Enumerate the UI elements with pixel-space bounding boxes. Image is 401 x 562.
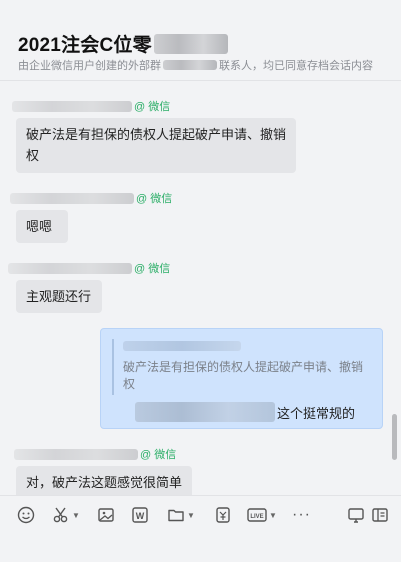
quote-bar <box>112 339 114 395</box>
screen-share-button[interactable] <box>347 505 365 525</box>
message-list[interactable]: @ 微信 破产法是有担保的债权人提起破产申请、撤销权 @ 微信 嗯嗯 @ 微信 … <box>0 81 401 495</box>
sender-row: @ 微信 <box>10 190 172 206</box>
sidebar-button[interactable] <box>371 505 389 525</box>
scrollbar[interactable] <box>392 414 397 460</box>
message-bubble[interactable]: 主观题还行 <box>16 280 102 313</box>
redacted-subtitle <box>163 60 217 70</box>
file-button[interactable]: ▼ <box>167 505 195 525</box>
source-tag: @ 微信 <box>140 449 177 461</box>
redacted-title-part <box>153 33 228 54</box>
sender-row: @ 微信 <box>12 98 170 114</box>
image-button[interactable] <box>97 505 115 525</box>
reply-row: 这个挺常规的 <box>135 402 355 422</box>
message-text: 主观题还行 <box>26 289 92 304</box>
message-bubble[interactable]: 嗯嗯 <box>16 210 68 243</box>
redacted-sender-name <box>14 448 138 460</box>
screen-share-icon <box>348 508 364 523</box>
chat-subtitle: 由企业微信用户创建的外部群 联系人，均已同意存档会话内容 <box>18 57 373 73</box>
message-text: 嗯嗯 <box>26 219 53 234</box>
my-message-bubble[interactable]: 破产法是有担保的债权人提起破产申请、撤销权 这个挺常规的 <box>100 328 383 429</box>
quoted-message-text: 破产法是有担保的债权人提起破产申请、撤销权 <box>123 360 364 391</box>
word-file-label: W <box>136 511 145 521</box>
folder-icon <box>168 509 184 522</box>
chevron-down-icon: ▼ <box>187 510 195 520</box>
subtitle-suffix: 联系人，均已同意存档会话内容 <box>219 60 373 72</box>
red-packet-button[interactable] <box>214 505 232 525</box>
subtitle-prefix: 由企业微信用户创建的外部群 <box>18 60 161 72</box>
scissors-icon <box>53 507 68 523</box>
live-label: LIVE <box>250 514 263 520</box>
more-button[interactable]: ··· <box>292 505 311 525</box>
redacted-reply-part <box>135 402 275 422</box>
message-text: 破产法是有担保的债权人提起破产申请、撤销权 <box>26 127 287 163</box>
input-toolbar: ▼ W ▼ LIVE ▼ ··· <box>0 495 401 534</box>
redacted-sender-name <box>12 100 132 112</box>
chevron-down-icon: ▼ <box>269 510 277 520</box>
more-icon: ··· <box>292 506 311 523</box>
message-input[interactable] <box>0 533 401 562</box>
live-icon: LIVE <box>247 508 267 522</box>
live-button[interactable]: LIVE ▼ <box>247 505 277 525</box>
title-row: 2021注会C位零 <box>18 30 228 57</box>
emoji-button[interactable] <box>17 505 35 525</box>
sender-row: @ 微信 <box>8 260 170 276</box>
source-tag: @ 微信 <box>134 101 171 113</box>
source-tag: @ 微信 <box>134 263 171 275</box>
reply-text: 这个挺常规的 <box>277 405 356 421</box>
redacted-quoted-sender <box>123 341 241 351</box>
sender-row: @ 微信 <box>14 446 176 462</box>
chat-header: 2021注会C位零 由企业微信用户创建的外部群 联系人，均已同意存档会话内容 <box>0 0 401 81</box>
sidebar-icon <box>372 508 388 522</box>
redacted-sender-name <box>10 192 134 204</box>
image-icon <box>98 508 114 522</box>
message-text: 对，破产法这题感觉很简单 <box>26 475 183 490</box>
screenshot-button[interactable]: ▼ <box>52 505 80 525</box>
emoji-icon <box>17 506 35 524</box>
word-doc-button[interactable]: W <box>131 505 149 525</box>
source-tag: @ 微信 <box>136 193 173 205</box>
message-bubble[interactable]: 破产法是有担保的债权人提起破产申请、撤销权 <box>16 118 296 173</box>
chevron-down-icon: ▼ <box>72 510 80 520</box>
chat-title: 2021注会C位零 <box>18 35 152 56</box>
redacted-sender-name <box>8 262 132 274</box>
red-packet-icon <box>216 507 230 523</box>
message-bubble[interactable]: 对，破产法这题感觉很简单 <box>16 466 192 495</box>
word-file-icon: W <box>132 507 148 523</box>
